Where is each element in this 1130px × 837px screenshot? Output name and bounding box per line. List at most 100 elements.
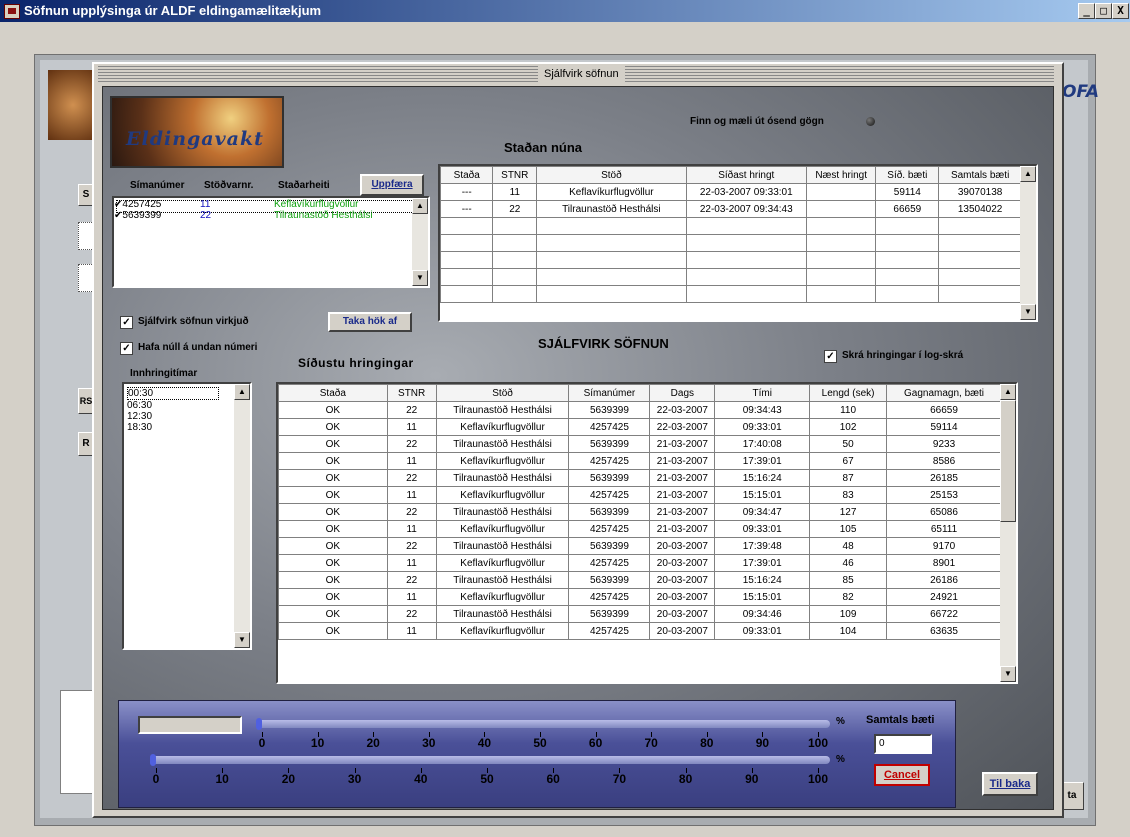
zero-prefix-label: Hafa núll á undan númeri	[138, 342, 258, 353]
table-row[interactable]: OK 11 Keflavíkurflugvöllur 4257425 22-03-200…	[278, 418, 1002, 436]
table-cell	[875, 234, 940, 252]
list-item[interactable]: 00:30	[127, 387, 219, 400]
empty-table-row[interactable]	[440, 251, 1022, 269]
empty-table-row[interactable]	[440, 285, 1022, 303]
table-cell: OK	[278, 520, 388, 538]
calls-column-header[interactable]: Staða	[278, 384, 388, 402]
table-row[interactable]: --- 22 Tilraunastöð Hesthálsi 22-03-2007 09…	[440, 200, 1022, 218]
empty-table-row[interactable]	[440, 217, 1022, 235]
list-item[interactable]: ✔4257425	[114, 199, 161, 210]
status-column-header[interactable]: STNR	[492, 166, 538, 184]
status-table-scrollbar[interactable]: ▲ ▼	[1020, 166, 1036, 320]
scroll-down-icon[interactable]: ▼	[234, 632, 250, 648]
table-cell: 83	[809, 486, 888, 504]
table-cell	[536, 217, 687, 235]
maximize-button[interactable]: □	[1095, 3, 1112, 19]
calls-column-header[interactable]: Tími	[714, 384, 811, 402]
table-cell: 65086	[886, 503, 1002, 521]
table-cell: 5639399	[568, 469, 651, 487]
list-item[interactable]: 12:30	[127, 411, 219, 422]
table-cell: OK	[278, 486, 388, 504]
calls-table-scrollbar[interactable]: ▲ ▼	[1000, 384, 1016, 682]
calls-column-header[interactable]: Gagnamagn, bæti	[886, 384, 1002, 402]
table-cell: 11	[386, 588, 437, 606]
list-station-name: Keflavíkurflugvöllur	[274, 199, 359, 210]
auto-collect-checkbox[interactable]: ✓	[120, 316, 133, 329]
empty-table-row[interactable]	[440, 268, 1022, 286]
calls-column-header[interactable]: Símanúmer	[568, 384, 651, 402]
log-file-label: Skrá hringingar í log-skrá	[842, 350, 964, 361]
list-phone: 5639399	[122, 210, 162, 221]
table-row[interactable]: OK 11 Keflavíkurflugvöllur 4257425 20-03-200…	[278, 622, 1002, 640]
scroll-up-icon[interactable]: ▲	[234, 384, 250, 400]
list-item[interactable]: 18:30	[127, 422, 219, 433]
calls-column-header[interactable]: Dags	[649, 384, 716, 402]
zero-prefix-checkbox[interactable]: ✓	[120, 342, 133, 355]
table-cell	[536, 251, 687, 269]
call-times-list[interactable]: 00:30 06:30 12:30 18:30 ▲ ▼	[122, 382, 252, 650]
status-column-header[interactable]: Næst hringt	[805, 166, 877, 184]
table-row[interactable]: OK 11 Keflavíkurflugvöllur 4257425 20-03-200…	[278, 588, 1002, 606]
table-cell	[685, 268, 807, 286]
log-file-checkbox[interactable]: ✓	[824, 350, 837, 363]
status-column-header[interactable]: Stöð	[536, 166, 687, 184]
table-cell: 9170	[886, 537, 1002, 555]
empty-table-row[interactable]	[440, 234, 1022, 252]
table-cell: Tilraunastöð Hesthálsi	[435, 435, 570, 453]
table-cell: 09:34:43	[714, 401, 811, 419]
close-button[interactable]: X	[1112, 3, 1129, 19]
minimize-button[interactable]: _	[1078, 3, 1095, 19]
table-row[interactable]: OK 22 Tilraunastöð Hesthálsi 5639399 20-03-2…	[278, 605, 1002, 623]
table-row[interactable]: --- 11 Keflavíkurflugvöllur 22-03-2007 09:3…	[440, 183, 1022, 201]
table-row[interactable]: OK 11 Keflavíkurflugvöllur 4257425 21-03-200…	[278, 486, 1002, 504]
status-column-header[interactable]: Samtals bæti	[938, 166, 1022, 184]
uncheck-all-button[interactable]: Taka hök af	[328, 312, 412, 332]
table-row[interactable]: OK 22 Tilraunastöð Hesthálsi 5639399 20-03-2…	[278, 571, 1002, 589]
progress-handle-2	[150, 754, 156, 766]
calls-table-container: Staða STNR Stöð Símanúmer Dags Tími Lengd (sek…	[276, 382, 1018, 684]
table-cell	[938, 251, 1022, 269]
scroll-up-icon[interactable]: ▲	[1020, 166, 1036, 182]
status-column-header[interactable]: Síð. bæti	[875, 166, 940, 184]
calls-column-header[interactable]: Stöð	[435, 384, 570, 402]
list-item[interactable]: 06:30	[127, 400, 219, 411]
status-column-header[interactable]: Síðast hringt	[685, 166, 807, 184]
table-row[interactable]: OK 22 Tilraunastöð Hesthálsi 5639399 21-03-2…	[278, 469, 1002, 487]
table-row[interactable]: OK 11 Keflavíkurflugvöllur 4257425 21-03-200…	[278, 520, 1002, 538]
cancel-button[interactable]: Cancel	[874, 764, 930, 786]
station-list-scrollbar[interactable]: ▲ ▼	[412, 198, 428, 286]
table-row[interactable]: OK 11 Keflavíkurflugvöllur 4257425 20-03-200…	[278, 554, 1002, 572]
table-cell: 21-03-2007	[649, 452, 716, 470]
table-cell: 11	[492, 183, 538, 201]
table-cell: 4257425	[568, 520, 651, 538]
table-cell: 4257425	[568, 486, 651, 504]
status-column-header[interactable]: Staða	[440, 166, 494, 184]
window-titlebar: Söfnun upplýsinga úr ALDF eldingamælitæk…	[0, 0, 1130, 22]
table-row[interactable]: OK 11 Keflavíkurflugvöllur 4257425 21-03-200…	[278, 452, 1002, 470]
scroll-up-icon[interactable]: ▲	[1000, 384, 1016, 400]
table-row[interactable]: OK 22 Tilraunastöð Hesthálsi 5639399 21-03-2…	[278, 435, 1002, 453]
table-cell: 22	[386, 537, 437, 555]
table-row[interactable]: OK 22 Tilraunastöð Hesthálsi 5639399 20-03-2…	[278, 537, 1002, 555]
scroll-down-icon[interactable]: ▼	[1020, 304, 1036, 320]
list-item[interactable]: ✔5639399	[114, 210, 161, 221]
table-row[interactable]: OK 22 Tilraunastöð Hesthálsi 5639399 22-03-2…	[278, 401, 1002, 419]
table-cell: 5639399	[568, 503, 651, 521]
find-unsent-label: Finn og mæli út ósend gögn	[690, 116, 824, 127]
table-cell: OK	[278, 452, 388, 470]
table-cell: 109	[809, 605, 888, 623]
table-cell	[536, 234, 687, 252]
calls-column-header[interactable]: STNR	[386, 384, 437, 402]
total-bytes-field[interactable]: 0	[874, 734, 932, 754]
scroll-down-icon[interactable]: ▼	[1000, 666, 1016, 682]
scrollbar-thumb[interactable]	[1000, 400, 1016, 522]
update-button[interactable]: Uppfæra	[360, 174, 424, 196]
scale-label: 90	[755, 736, 770, 750]
table-row[interactable]: OK 22 Tilraunastöð Hesthálsi 5639399 21-03-2…	[278, 503, 1002, 521]
scroll-down-icon[interactable]: ▼	[412, 270, 428, 286]
table-cell: 22	[386, 605, 437, 623]
back-button[interactable]: Til baka	[982, 772, 1038, 796]
calls-column-header[interactable]: Lengd (sek)	[809, 384, 888, 402]
scroll-up-icon[interactable]: ▲	[412, 198, 428, 214]
call-times-scrollbar[interactable]: ▲ ▼	[234, 384, 250, 648]
